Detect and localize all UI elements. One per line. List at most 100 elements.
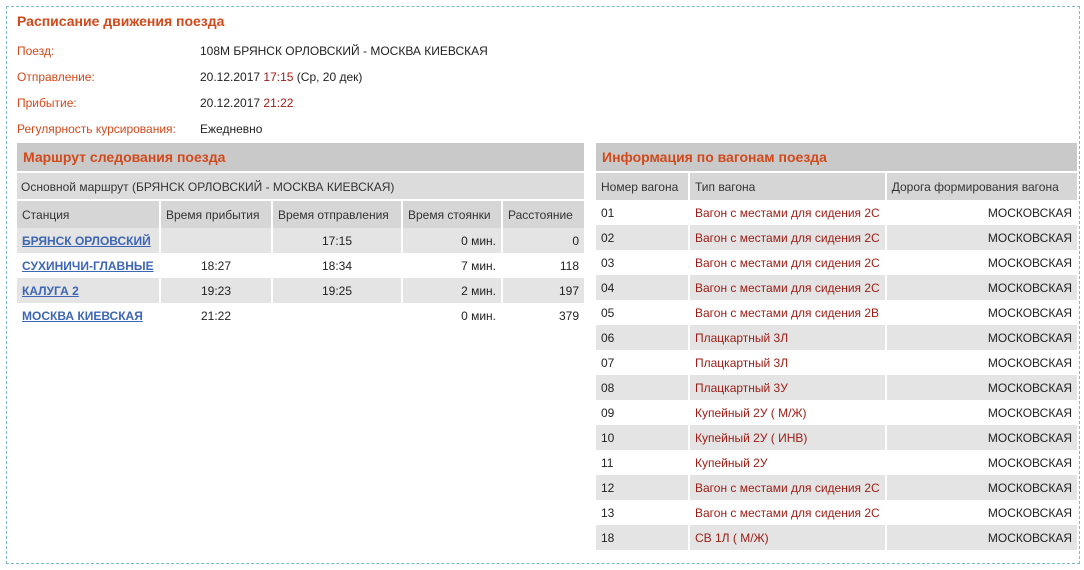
wagon-number-cell: 04 <box>596 275 690 300</box>
wagon-road-cell: МОСКОВСКАЯ <box>987 255 1072 270</box>
station-link[interactable]: МОСКВА КИЕВСКАЯ <box>22 309 143 323</box>
table-row: 01 Вагон с местами для сидения 2С МОСКОВСК… <box>596 200 1077 225</box>
wagon-number-cell: 18 <box>596 525 690 550</box>
stop-cell: 0 мин. <box>402 303 503 328</box>
wagons-panel: Информация по вагонам поезда Номер вагон… <box>596 143 1077 550</box>
station-link[interactable]: СУХИНИЧИ-ГЛАВНЫЕ <box>22 259 154 273</box>
wagon-road-cell: МОСКОВСКАЯ <box>885 525 1077 550</box>
stop-cell: 2 мин. <box>402 278 503 303</box>
train-value: 108М БРЯНСК ОРЛОВСКИЙ - МОСКВА КИЕВСКАЯ <box>200 44 488 58</box>
table-row: 18 СВ 1Л ( М/Ж) МОСКОВСКАЯ <box>596 525 1077 550</box>
wagon-road-cell: МОСКОВСКАЯ <box>885 475 1077 500</box>
wagon-type-cell: СВ 1Л ( М/Ж) <box>689 525 887 550</box>
table-row: 11 Купейный 2У МОСКОВСКАЯ <box>596 450 1077 475</box>
departure-time: 17:15 <box>263 70 294 84</box>
departure-label: Отправление: <box>17 70 95 84</box>
regularity-label: Регулярность курсирования: <box>17 122 176 136</box>
stop-cell: 7 мин. <box>402 253 503 278</box>
table-row: МОСКВА КИЕВСКАЯ 21:22 0 мин. 379 <box>17 303 584 328</box>
wagon-number-cell: 05 <box>596 300 690 325</box>
station-link[interactable]: КАЛУГА 2 <box>22 284 79 298</box>
route-panel: Маршрут следования поезда Основной маршр… <box>17 143 584 328</box>
table-row: 10 Купейный 2У ( ИНВ) МОСКОВСКАЯ <box>596 425 1077 450</box>
wagon-type-cell: Вагон с местами для сидения 2В <box>689 300 887 325</box>
arrival-value: 20.12.2017 21:22 <box>200 95 293 111</box>
wagon-number-cell: 02 <box>596 225 690 250</box>
table-row: КАЛУГА 2 19:23 19:25 2 мин. 197 <box>17 278 584 303</box>
wagon-road-cell: МОСКОВСКАЯ <box>987 405 1072 420</box>
wagon-number-cell: 03 <box>596 250 690 275</box>
departure-note: (Ср, 20 дек) <box>296 70 363 84</box>
table-row: 08 Плацкартный 3У МОСКОВСКАЯ <box>596 375 1077 400</box>
wagon-road-cell: МОСКОВСКАЯ <box>885 375 1077 400</box>
table-row: 02 Вагон с местами для сидения 2С МОСКОВСК… <box>596 225 1077 250</box>
wagon-number-cell: 10 <box>596 425 690 450</box>
wagon-type-cell: Вагон с местами для сидения 2С <box>689 500 887 525</box>
table-row: БРЯНСК ОРЛОВСКИЙ 17:15 0 мин. 0 <box>17 228 584 253</box>
col-arrival: Время прибытия <box>160 199 273 228</box>
arrival-time: 21:22 <box>263 96 294 110</box>
wagon-road-cell: МОСКОВСКАЯ <box>987 305 1072 320</box>
distance-cell: 0 <box>502 228 584 253</box>
wagon-type-cell: Купейный 2У ( ИНВ) <box>689 425 887 450</box>
wagon-road-cell: МОСКОВСКАЯ <box>987 355 1072 370</box>
col-departure: Время отправления <box>272 199 403 228</box>
wagons-table-body: 01 Вагон с местами для сидения 2С МОСКОВСК… <box>596 200 1077 550</box>
train-label: Поезд: <box>17 44 55 58</box>
col-wagon-number: Номер вагона <box>596 171 690 200</box>
route-table: Станция Время прибытия Время отправления… <box>17 199 584 328</box>
wagon-road-cell: МОСКОВСКАЯ <box>885 325 1077 350</box>
route-panel-header: Маршрут следования поезда <box>17 143 584 171</box>
arrival-label: Прибытие: <box>17 96 77 110</box>
wagon-number-cell: 13 <box>596 500 690 525</box>
departure-cell: 18:34 <box>272 253 403 278</box>
table-row: 12 Вагон с местами для сидения 2С МОСКОВСК… <box>596 475 1077 500</box>
wagon-number-cell: 12 <box>596 475 690 500</box>
col-distance: Расстояние <box>502 199 584 228</box>
distance-cell: 379 <box>558 308 579 323</box>
wagon-number-cell: 07 <box>596 350 690 375</box>
wagon-type-cell: Вагон с местами для сидения 2С <box>689 200 887 225</box>
wagon-type-cell: Плацкартный 3Л <box>689 350 887 375</box>
wagons-table-header: Номер вагона Тип вагона Дорога формирова… <box>596 171 1077 200</box>
wagon-road-cell: МОСКОВСКАЯ <box>987 505 1072 520</box>
route-table-header: Станция Время прибытия Время отправления… <box>17 199 584 228</box>
departure-value: 20.12.2017 17:15 (Ср, 20 дек) <box>200 69 362 85</box>
station-link[interactable]: БРЯНСК ОРЛОВСКИЙ <box>22 234 151 248</box>
arrival-cell: 19:23 <box>160 278 273 303</box>
table-row: 09 Купейный 2У ( М/Ж) МОСКОВСКАЯ <box>596 400 1077 425</box>
col-station: Станция <box>17 199 161 228</box>
wagons-panel-header: Информация по вагонам поезда <box>596 143 1077 171</box>
wagon-road-cell: МОСКОВСКАЯ <box>987 205 1072 220</box>
wagon-road-cell: МОСКОВСКАЯ <box>885 275 1077 300</box>
wagon-type-cell: Плацкартный 3Л <box>689 325 887 350</box>
wagon-type-cell: Плацкартный 3У <box>689 375 887 400</box>
arrival-cell: 21:22 <box>160 303 273 328</box>
table-row: 07 Плацкартный 3Л МОСКОВСКАЯ <box>596 350 1077 375</box>
table-row: 13 Вагон с местами для сидения 2С МОСКОВСК… <box>596 500 1077 525</box>
arrival-cell: 18:27 <box>160 253 273 278</box>
arrival-cell <box>160 228 273 253</box>
wagon-road-cell: МОСКОВСКАЯ <box>987 455 1072 470</box>
departure-cell: 19:25 <box>272 278 403 303</box>
table-row: 06 Плацкартный 3Л МОСКОВСКАЯ <box>596 325 1077 350</box>
stop-cell: 0 мин. <box>402 228 503 253</box>
arrival-date: 20.12.2017 <box>200 96 261 110</box>
table-row: 03 Вагон с местами для сидения 2С МОСКОВСК… <box>596 250 1077 275</box>
schedule-frame: Расписание движения поезда Поезд: 108М Б… <box>6 6 1080 564</box>
col-wagon-type: Тип вагона <box>689 171 887 200</box>
wagon-type-cell: Вагон с местами для сидения 2С <box>689 225 887 250</box>
distance-cell: 197 <box>502 278 584 303</box>
table-row: 04 Вагон с местами для сидения 2С МОСКОВСК… <box>596 275 1077 300</box>
table-row: СУХИНИЧИ-ГЛАВНЫЕ 18:27 18:34 7 мин. 118 <box>17 253 584 278</box>
departure-date: 20.12.2017 <box>200 70 261 84</box>
table-row: 05 Вагон с местами для сидения 2В МОСКОВСК… <box>596 300 1077 325</box>
wagon-number-cell: 11 <box>596 450 690 475</box>
wagons-table: Номер вагона Тип вагона Дорога формирова… <box>596 171 1077 550</box>
route-subheader: Основной маршрут (БРЯНСК ОРЛОВСКИЙ - МОС… <box>17 171 584 199</box>
wagon-type-cell: Купейный 2У ( М/Ж) <box>689 400 887 425</box>
wagon-road-cell: МОСКОВСКАЯ <box>885 225 1077 250</box>
wagon-road-cell: МОСКОВСКАЯ <box>885 425 1077 450</box>
wagon-type-cell: Вагон с местами для сидения 2С <box>689 250 887 275</box>
col-wagon-road: Дорога формирования вагона <box>885 171 1077 200</box>
